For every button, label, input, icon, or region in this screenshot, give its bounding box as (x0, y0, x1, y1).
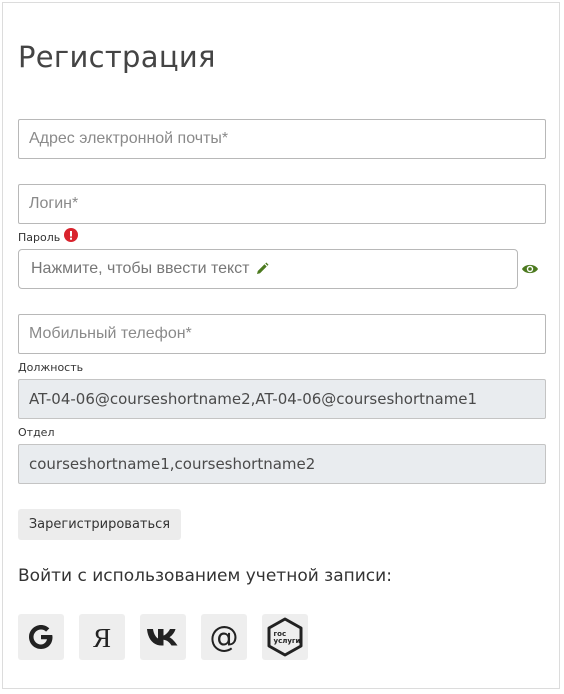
page-title: Регистрация (18, 40, 216, 74)
login-input[interactable]: Логин* (18, 184, 546, 224)
department-value: courseshortname1,courseshortname2 (29, 455, 316, 473)
email-input[interactable]: Адрес электронной почты* (18, 119, 546, 159)
position-label: Должность (18, 361, 84, 374)
register-button[interactable]: Зарегистрироваться (18, 509, 181, 540)
google-icon (29, 625, 53, 649)
at-icon: @ (210, 621, 239, 653)
password-placeholder: Нажмите, чтобы ввести текст (31, 260, 250, 277)
phone-placeholder: Мобильный телефон* (29, 325, 192, 342)
yandex-login-button[interactable]: Я (79, 614, 125, 660)
gosuslugi-login-button[interactable]: гос услуги (262, 614, 308, 660)
gosuslugi-line2: услуги (274, 637, 301, 645)
password-label: Пароль (18, 231, 61, 244)
show-password-eye-icon[interactable] (521, 262, 539, 276)
department-field: courseshortname1,courseshortname2 (18, 444, 546, 484)
phone-input[interactable]: Мобильный телефон* (18, 314, 546, 354)
google-login-button[interactable] (18, 614, 64, 660)
vk-icon (147, 629, 178, 646)
yandex-icon: Я (93, 623, 111, 652)
login-placeholder: Логин* (29, 195, 79, 212)
position-value: AT-04-06@courseshortname2,AT-04-06@cours… (29, 390, 478, 408)
pencil-icon (255, 262, 269, 276)
gosuslugi-icon: гос услуги (267, 617, 303, 657)
svg-text:Я: Я (93, 623, 111, 652)
mail-login-button[interactable]: @ (201, 614, 247, 660)
social-login-title: Войти с использованием учетной записи: (18, 566, 392, 586)
department-label: Отдел (18, 426, 55, 439)
email-placeholder: Адрес электронной почты* (29, 130, 229, 147)
error-icon (64, 228, 78, 242)
svg-text:@: @ (210, 621, 239, 653)
position-field: AT-04-06@courseshortname2,AT-04-06@cours… (18, 379, 546, 419)
vk-login-button[interactable] (140, 614, 186, 660)
password-input[interactable]: Нажмите, чтобы ввести текст (18, 249, 518, 289)
